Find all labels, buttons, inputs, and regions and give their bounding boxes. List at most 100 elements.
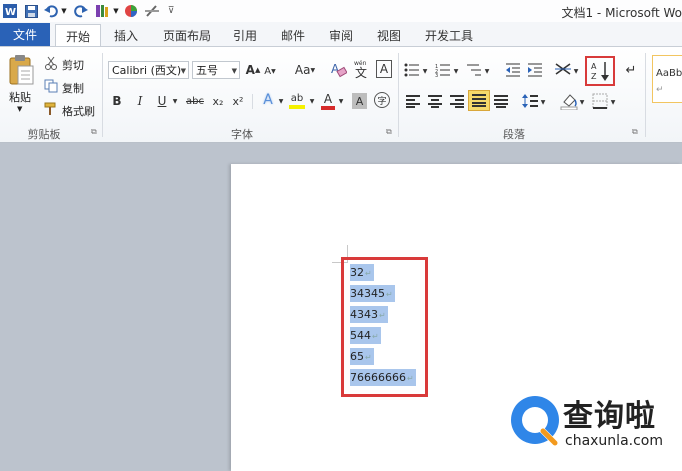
text-effects-dropdown-icon[interactable]: ▼ <box>277 96 285 106</box>
highlight-dropdown-icon[interactable]: ▼ <box>308 96 316 106</box>
ribbon-home: 粘贴 ▼ 剪切 复制 格式刷 剪贴板 ⧉ Calibri (西文) ▼ 五号 ▼ A… <box>0 46 682 143</box>
paragraph-group-label: 段落 <box>503 128 525 141</box>
font-size-combo[interactable]: 五号 ▼ <box>192 61 240 79</box>
underline-button[interactable]: U <box>156 93 168 109</box>
paragraph-launcher-icon[interactable]: ⧉ <box>632 128 640 136</box>
tab-references[interactable]: 引用 <box>225 25 265 46</box>
shrink-font-icon[interactable]: A ▼ <box>264 63 276 79</box>
qa-dropdown-icon[interactable]: ▼ <box>112 3 120 19</box>
strikethrough-qa-icon[interactable] <box>144 3 160 19</box>
borders-icon[interactable] <box>592 92 608 110</box>
align-center-icon[interactable] <box>427 94 443 108</box>
numbering-icon[interactable]: 123 <box>435 62 451 78</box>
sort-icon[interactable]: AZ <box>590 60 612 82</box>
shading-icon[interactable] <box>560 92 578 110</box>
font-color-dropdown-icon[interactable]: ▼ <box>337 96 345 106</box>
subscript-button[interactable]: x₂ <box>210 93 226 109</box>
justify-icon[interactable] <box>468 90 490 111</box>
word-icon: W <box>3 3 17 19</box>
customize-qa-icon[interactable]: ⊽ <box>166 3 176 19</box>
separator <box>102 53 103 137</box>
bold-button[interactable]: B <box>111 93 123 109</box>
grow-font-icon[interactable]: A ▲ <box>246 61 261 79</box>
color-wheel-icon[interactable] <box>124 3 138 19</box>
decrease-indent-icon[interactable] <box>505 62 521 78</box>
bullets-icon[interactable] <box>404 62 420 78</box>
copy-label[interactable]: 复制 <box>62 80 84 96</box>
bullets-dropdown-icon[interactable]: ▼ <box>421 66 429 76</box>
borders-dropdown-icon[interactable]: ▼ <box>609 97 617 107</box>
paste-icon[interactable] <box>6 53 36 87</box>
shading-dropdown-icon[interactable]: ▼ <box>578 97 586 107</box>
font-size-value: 五号 <box>196 64 218 77</box>
watermark-brand: 查询啦 <box>563 399 656 434</box>
ribbon-tabs: 文件 开始 插入 页面布局 引用 邮件 审阅 视图 开发工具 <box>0 22 682 47</box>
cut-icon[interactable] <box>44 56 58 70</box>
distribute-icon[interactable] <box>493 94 509 108</box>
numbering-dropdown-icon[interactable]: ▼ <box>452 66 460 76</box>
align-left-icon[interactable] <box>405 94 421 108</box>
clear-format-icon[interactable]: A <box>329 59 347 79</box>
line-spacing-icon[interactable] <box>522 93 538 109</box>
clipboard-group-label: 剪贴板 <box>27 128 61 141</box>
title-bar: W ▼ ▼ ⊽ 文档1 - Microsoft Wo <box>0 0 682 23</box>
font-group-label: 字体 <box>231 128 253 141</box>
highlight-icon[interactable]: ab <box>287 91 307 111</box>
chinese-layout-dropdown-icon[interactable]: ▼ <box>572 66 580 76</box>
tab-developer[interactable]: 开发工具 <box>418 25 480 46</box>
line-spacing-dropdown-icon[interactable]: ▼ <box>539 97 547 107</box>
multilevel-dropdown-icon[interactable]: ▼ <box>483 66 491 76</box>
window-title: 文档1 - Microsoft Wo <box>561 6 682 20</box>
style-normal-preview[interactable]: AaBb ↵ <box>652 55 682 103</box>
separator <box>645 53 646 137</box>
tab-file[interactable]: 文件 <box>0 23 50 46</box>
paste-label[interactable]: 粘贴 <box>9 89 31 105</box>
svg-text:W: W <box>5 7 16 18</box>
chevron-down-icon: ▼ <box>231 67 237 75</box>
phonetic-guide-icon[interactable]: wén 文 <box>353 59 371 79</box>
char-border-icon[interactable]: A <box>376 60 392 78</box>
tab-home[interactable]: 开始 <box>55 24 101 47</box>
save-icon[interactable] <box>24 3 38 19</box>
separator <box>252 94 253 109</box>
chinese-layout-icon[interactable] <box>554 61 572 77</box>
watermark: 查询啦 chaxunla.com <box>505 385 682 471</box>
enclose-char-icon[interactable]: 字 <box>374 92 390 108</box>
undo-icon[interactable] <box>44 3 58 19</box>
svg-text:3: 3 <box>435 73 438 77</box>
show-marks-icon[interactable]: ↵ <box>624 62 638 78</box>
format-painter-qa-icon[interactable] <box>94 3 110 19</box>
align-right-icon[interactable] <box>449 94 465 108</box>
tab-view[interactable]: 视图 <box>369 25 409 46</box>
clipboard-launcher-icon[interactable]: ⧉ <box>91 128 99 136</box>
undo-dropdown-icon[interactable]: ▼ <box>60 3 68 19</box>
strikethrough-button[interactable]: abc <box>185 93 205 109</box>
change-case-icon[interactable]: Aa ▼ <box>294 61 316 79</box>
copy-icon[interactable] <box>44 79 58 93</box>
underline-dropdown-icon[interactable]: ▼ <box>171 96 179 106</box>
tab-mailings[interactable]: 邮件 <box>273 25 313 46</box>
text-effects-icon[interactable]: A <box>259 91 277 109</box>
svg-text:文: 文 <box>355 65 367 79</box>
redo-icon[interactable] <box>74 3 88 19</box>
font-launcher-icon[interactable]: ⧉ <box>386 128 394 136</box>
superscript-button[interactable]: x² <box>230 93 246 109</box>
tab-page-layout[interactable]: 页面布局 <box>157 25 217 46</box>
format-painter-label[interactable]: 格式刷 <box>62 103 95 119</box>
font-name-value: Calibri (西文) <box>112 64 182 77</box>
increase-indent-icon[interactable] <box>527 62 543 78</box>
selection-highlight-box <box>341 257 428 397</box>
char-shading-icon[interactable]: A <box>352 93 367 109</box>
font-name-combo[interactable]: Calibri (西文) ▼ <box>108 61 189 79</box>
multilevel-list-icon[interactable] <box>466 62 482 78</box>
format-painter-icon[interactable] <box>44 102 58 116</box>
tab-insert[interactable]: 插入 <box>105 25 147 46</box>
watermark-url: chaxunla.com <box>565 433 663 449</box>
paste-dropdown-icon[interactable]: ▼ <box>17 105 22 113</box>
font-color-icon[interactable]: A <box>320 91 336 111</box>
italic-button[interactable]: I <box>134 93 146 109</box>
tab-review[interactable]: 审阅 <box>321 25 361 46</box>
cut-label[interactable]: 剪切 <box>62 57 84 73</box>
svg-text:A: A <box>591 62 597 71</box>
separator <box>398 53 399 137</box>
